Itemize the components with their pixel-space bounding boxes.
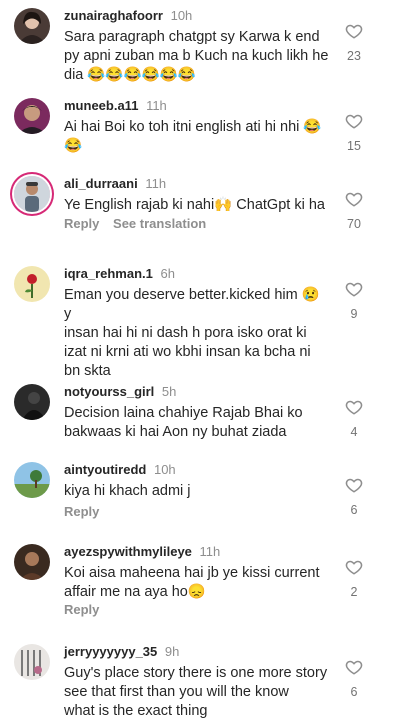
username[interactable]: ayezspywithmylileye [64, 544, 192, 559]
avatar[interactable] [14, 384, 50, 420]
timestamp: 10h [153, 462, 176, 477]
comment-text: Ai hai Boi ko toh itni english ati hi nh… [64, 119, 322, 154]
comment-text: Eman you deserve better.kicked him 😢 y i… [64, 287, 320, 379]
heart-outline-icon[interactable] [342, 190, 366, 208]
like-count: 15 [347, 139, 361, 153]
like-count: 2 [350, 585, 358, 599]
username[interactable]: iqra_rehman.1 [64, 266, 153, 281]
comments-list: zunairaghafoorr 10h Sara paragraph chatg… [0, 0, 418, 719]
timestamp: 6h [160, 266, 175, 281]
comment-text: Koi aisa maheena hai jb ye kissi current… [64, 565, 320, 600]
timestamp: 11h [146, 98, 167, 113]
timestamp: 5h [161, 384, 177, 399]
username[interactable]: ali_durraani [64, 176, 138, 191]
like-area: 15 [342, 112, 366, 153]
heart-outline-icon[interactable] [342, 558, 366, 576]
heart-outline-icon[interactable] [342, 280, 366, 298]
heart-outline-icon[interactable] [342, 476, 366, 494]
heart-outline-icon[interactable] [342, 398, 366, 416]
comment-header: ali_durraani 11h [64, 176, 166, 192]
avatar[interactable] [14, 266, 50, 302]
avatar[interactable] [14, 176, 50, 212]
like-count: 9 [350, 307, 358, 321]
like-area: 6 [342, 658, 366, 699]
comment-header: ayezspywithmylileye 11h [64, 544, 220, 560]
avatar[interactable] [14, 462, 50, 498]
like-count: 4 [350, 425, 358, 439]
comment-text: Sara paragraph chatgpt sy Karwa k end py… [64, 29, 329, 83]
like-area: 23 [342, 22, 366, 63]
avatar[interactable] [14, 98, 50, 134]
heart-outline-icon[interactable] [342, 658, 366, 676]
username[interactable]: muneeb.a11 [64, 98, 138, 113]
comment-actions: Reply [64, 602, 109, 617]
comment-header: iqra_rehman.1 6h [64, 266, 175, 282]
reply-button[interactable]: Reply [64, 216, 99, 231]
like-count: 23 [347, 49, 361, 63]
like-count: 70 [347, 217, 361, 231]
timestamp: 11h [199, 544, 221, 559]
heart-outline-icon[interactable] [342, 112, 366, 130]
comment-header: jerryyyyyyy_35 9h [64, 644, 179, 660]
avatar[interactable] [14, 544, 50, 580]
comment-header: notyourss_girl 5h [64, 384, 176, 400]
like-area: 9 [342, 280, 366, 321]
timestamp: 9h [164, 644, 180, 659]
avatar[interactable] [14, 8, 50, 44]
like-area: 4 [342, 398, 366, 439]
comment-text: Ye English rajab ki nahi🙌 ChatGpt ki ha [64, 197, 325, 213]
comment-text: Guy's place story there is one more stor… [64, 665, 328, 719]
avatar[interactable] [14, 644, 50, 680]
like-count: 6 [350, 685, 358, 699]
timestamp: 11h [145, 176, 167, 191]
username[interactable]: zunairaghafoorr [64, 8, 163, 23]
username[interactable]: notyourss_girl [64, 384, 154, 399]
like-area: 70 [342, 190, 366, 231]
username[interactable]: jerryyyyyyy_35 [64, 644, 157, 659]
comment-header: muneeb.a11 11h [64, 98, 167, 114]
timestamp: 10h [170, 8, 193, 23]
comment-actions: Reply See translation [64, 216, 216, 231]
comment-actions: Reply [64, 504, 109, 519]
comment-header: zunairaghafoorr 10h [64, 8, 192, 24]
like-count: 6 [350, 503, 358, 517]
reply-button[interactable]: Reply [64, 602, 99, 617]
comment-header: aintyoutiredd 10h [64, 462, 176, 478]
comment-text: Decision laina chahiye Rajab Bhai ko bak… [64, 405, 303, 440]
like-area: 2 [342, 558, 366, 599]
comment-text: kiya hi khach admi j [64, 483, 191, 499]
username[interactable]: aintyoutiredd [64, 462, 146, 477]
like-area: 6 [342, 476, 366, 517]
see-translation-button[interactable]: See translation [113, 216, 206, 231]
reply-button[interactable]: Reply [64, 504, 99, 519]
heart-outline-icon[interactable] [342, 22, 366, 40]
